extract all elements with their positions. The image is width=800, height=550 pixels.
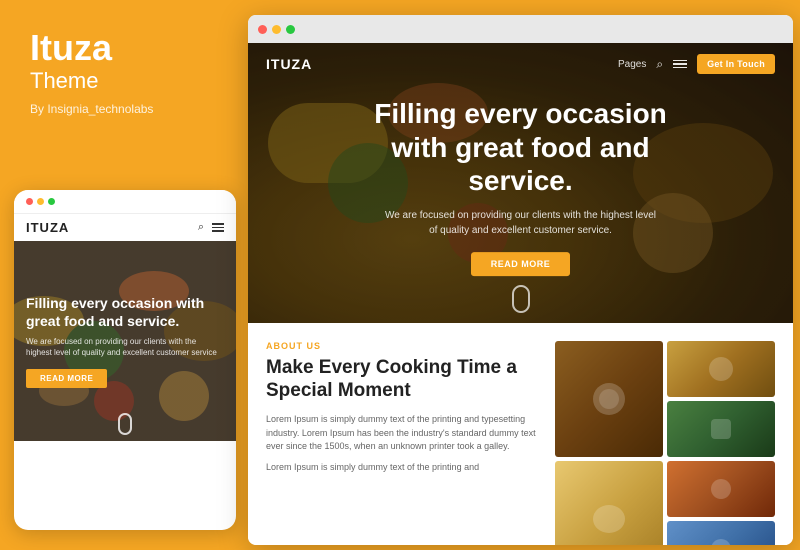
mobile-scroll-indicator — [118, 413, 132, 435]
left-panel: Ituza Theme By Insignia_technolabs ITUZA… — [0, 0, 248, 550]
about-images — [555, 341, 775, 545]
food-icon-1 — [589, 379, 629, 419]
about-left: ABOUT US Make Every Cooking Time a Speci… — [266, 341, 539, 545]
food-icon-3 — [706, 414, 736, 444]
about-image-3 — [667, 401, 775, 457]
about-image-placeholder-2 — [667, 341, 775, 397]
mobile-dot-red — [26, 198, 33, 205]
nav-cta-button[interactable]: Get In Touch — [697, 54, 775, 74]
mobile-titlebar — [14, 190, 236, 214]
about-image-placeholder-4 — [555, 461, 663, 545]
mobile-nav: ITUZA ⌕ — [14, 214, 236, 241]
hero-content: Filling every occasion with great food a… — [351, 97, 691, 276]
about-image-2 — [667, 341, 775, 397]
mobile-dots — [26, 198, 55, 205]
nav-pages-label: Pages — [618, 59, 646, 70]
browser-dot-green — [286, 25, 295, 34]
brand-name: Ituza — [30, 30, 228, 66]
nav-hamburger-icon[interactable] — [673, 60, 687, 69]
about-text-1: Lorem Ipsum is simply dummy text of the … — [266, 413, 539, 455]
mobile-hero-title: Filling every occasion with great food a… — [26, 294, 224, 330]
hero-section: ITUZA Pages ⌕ Get In Touch Filling every… — [248, 43, 793, 323]
mobile-hero: Filling every occasion with great food a… — [14, 241, 236, 441]
food-icon-2 — [706, 354, 736, 384]
theme-label: Theme — [30, 68, 228, 94]
nav-search-icon[interactable]: ⌕ — [656, 57, 663, 72]
food-icon-5 — [706, 474, 736, 504]
food-icon-6 — [706, 534, 736, 545]
about-image-4 — [555, 461, 663, 545]
about-image-placeholder-6 — [667, 521, 775, 545]
mobile-hero-desc: We are focused on providing our clients … — [26, 336, 224, 358]
hero-title: Filling every occasion with great food a… — [351, 97, 691, 198]
hero-scroll-oval — [512, 285, 530, 313]
by-label: By Insignia_technolabs — [30, 102, 228, 116]
about-image-6 — [667, 521, 775, 545]
mobile-dot-yellow — [37, 198, 44, 205]
mobile-nav-icons: ⌕ — [198, 221, 224, 234]
mobile-scroll-oval — [118, 413, 132, 435]
mobile-read-more-button[interactable]: READ MORE — [26, 369, 107, 388]
food-icon-4 — [589, 499, 629, 539]
browser-window: ITUZA Pages ⌕ Get In Touch Filling every… — [248, 15, 793, 545]
about-image-5 — [667, 461, 775, 517]
browser-dot-red — [258, 25, 267, 34]
hamburger-icon[interactable] — [212, 223, 224, 232]
site-nav: ITUZA Pages ⌕ Get In Touch — [248, 43, 793, 85]
about-section: ABOUT US Make Every Cooking Time a Speci… — [248, 323, 793, 545]
browser-dot-yellow — [272, 25, 281, 34]
hero-read-more-button[interactable]: READ MORE — [471, 252, 571, 276]
about-label: ABOUT US — [266, 341, 539, 351]
about-image-placeholder-5 — [667, 461, 775, 517]
hero-scroll-indicator — [512, 285, 530, 313]
about-image-placeholder-1 — [555, 341, 663, 457]
mobile-dot-green — [48, 198, 55, 205]
hero-description: We are focused on providing our clients … — [381, 208, 661, 238]
about-text-2: Lorem Ipsum is simply dummy text of the … — [266, 461, 539, 475]
mobile-hero-content: Filling every occasion with great food a… — [26, 294, 224, 389]
browser-titlebar — [248, 15, 793, 43]
mobile-mockup: ITUZA ⌕ Filling every occasi — [14, 190, 236, 530]
mobile-logo: ITUZA — [26, 220, 69, 235]
about-image-1 — [555, 341, 663, 457]
site-nav-right: Pages ⌕ Get In Touch — [618, 54, 775, 74]
site-logo: ITUZA — [266, 56, 312, 72]
search-icon[interactable]: ⌕ — [198, 221, 204, 234]
about-image-placeholder-3 — [667, 401, 775, 457]
about-title: Make Every Cooking Time a Special Moment — [266, 357, 539, 403]
